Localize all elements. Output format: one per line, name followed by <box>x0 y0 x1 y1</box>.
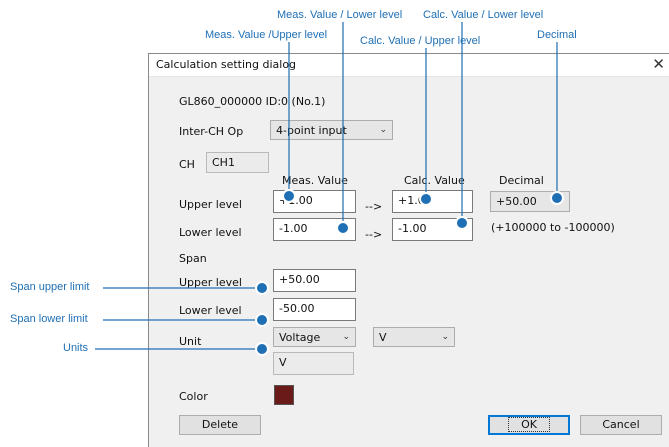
callout-dot-span-lower <box>255 313 269 327</box>
callout-dot-calc-upper <box>419 192 433 206</box>
callout-lines <box>95 22 558 350</box>
callout-dot-meas-lower <box>336 221 350 235</box>
callout-dot-calc-lower <box>455 216 469 230</box>
callout-dot-units <box>255 342 269 356</box>
callout-dot-span-upper <box>255 281 269 295</box>
callout-dot-meas-upper <box>282 189 296 203</box>
callout-dot-decimal <box>550 191 564 205</box>
